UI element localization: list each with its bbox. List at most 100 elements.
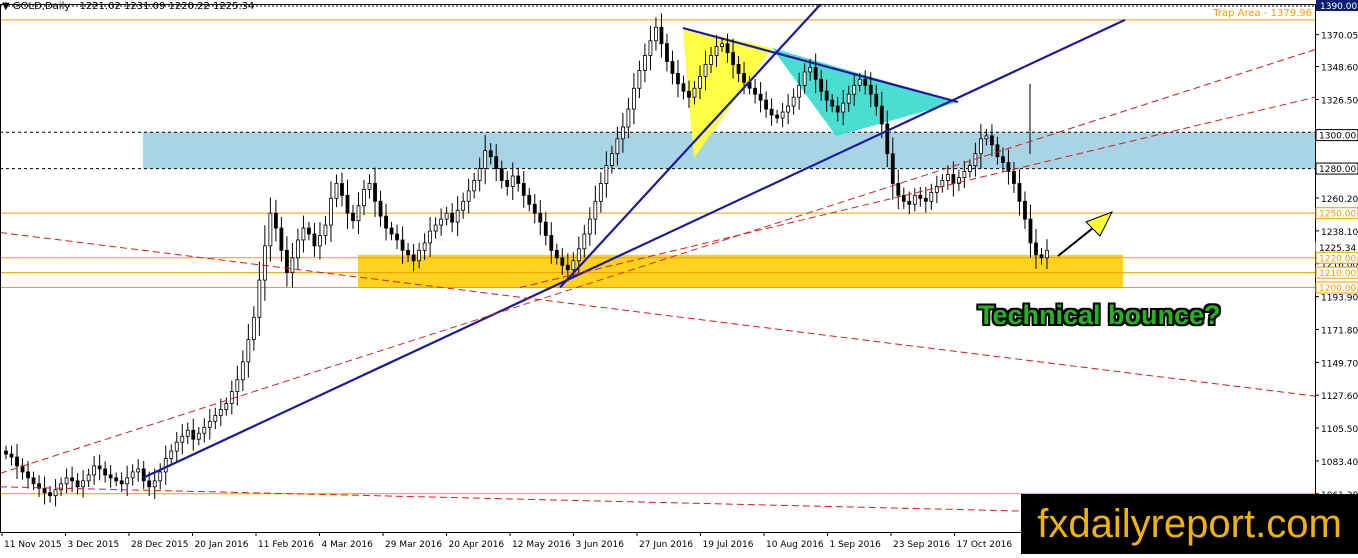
candle-body [714,46,719,56]
candle [323,216,328,245]
candle-body [907,200,912,205]
candle [450,203,455,233]
candle-body [929,191,934,202]
candle [367,174,372,199]
candle-body [296,239,300,259]
candle-body [323,224,328,236]
candle-body [703,64,708,77]
candle [896,169,901,210]
collapse-icon[interactable]: ▼ [2,1,10,12]
candle [174,432,179,462]
candle [108,465,113,488]
candle [185,422,190,444]
candle-body [59,483,63,491]
candle-body [643,55,647,71]
candle-body [648,40,653,56]
candle [207,409,212,440]
candle-body [609,153,614,166]
candle-body [494,156,499,169]
candle-body [582,233,587,250]
candle-body [516,175,521,184]
candle [351,205,355,229]
candle [582,225,587,258]
candle-body [477,168,482,181]
candle-body [64,477,69,485]
candle [461,192,466,219]
candle-body [681,83,686,92]
candle [775,109,780,124]
candle-body [307,227,311,235]
candle [334,174,339,208]
candle-body [868,84,873,95]
candle [538,200,543,236]
candle-body [620,126,625,140]
candle-body [279,227,284,251]
candle-body [472,180,477,192]
candle-body [334,183,339,199]
x-tick-label: 11 Feb 2016 [258,540,314,550]
candle [378,190,383,227]
candle-body [92,465,97,476]
candle-body [637,70,642,89]
candle-body [312,233,317,247]
y-tick-label: 1348.60 [1321,64,1358,74]
candle-body [1023,200,1027,220]
candle-body [367,183,372,190]
candle [1017,169,1022,216]
candle [956,169,961,192]
watermark-brand: fxdailyreport.com [1021,494,1358,554]
candle-body [207,420,212,428]
candle-body [923,197,928,202]
candle [180,424,185,455]
candle-body [251,316,256,340]
candle [940,174,945,193]
candle-body [780,111,785,119]
candle [318,221,322,260]
candle-body [444,212,449,220]
annotation-text: Technical bounce? [978,300,1221,330]
candle [786,93,791,125]
x-tick-label: 10 Aug 2016 [766,540,824,550]
candle-body [257,279,262,318]
candle-body [384,215,388,229]
y-tick-label: 1370.05 [1321,32,1358,42]
candle-body [863,78,868,86]
candle [114,472,119,487]
candle [626,97,631,139]
candle-body [395,233,399,241]
candle [780,102,785,128]
candle-body [141,468,146,482]
resistance-zone [143,132,1315,169]
y-tick-label: 1127.60 [1321,392,1358,402]
candle [307,221,311,241]
candle [395,224,399,250]
candle [42,476,47,505]
candle [136,459,141,482]
candle [929,183,934,210]
candle [681,75,686,100]
candle-body [990,135,994,146]
candle-body [169,450,174,459]
candle-body [857,78,862,86]
candle-body [290,257,295,274]
y-tick-label: 1260.20 [1321,195,1358,205]
candle-body [191,429,196,440]
candle-body [1028,218,1033,244]
candle [218,398,223,427]
x-tick-label: 3 Jun 2016 [576,540,625,550]
candle-body [70,477,74,482]
candle-body [549,235,554,251]
candle-body [967,165,972,172]
candle [428,217,433,257]
candle [433,217,438,239]
candle [472,172,477,199]
candle-body [709,55,713,65]
candle-body [532,203,537,214]
candle-body [15,456,19,467]
candle-body [731,52,735,65]
candle [444,206,449,226]
candle [340,172,344,207]
candle-body [196,432,201,440]
x-tick-label: 23 Sep 2016 [893,540,950,550]
candle-body [824,90,829,101]
